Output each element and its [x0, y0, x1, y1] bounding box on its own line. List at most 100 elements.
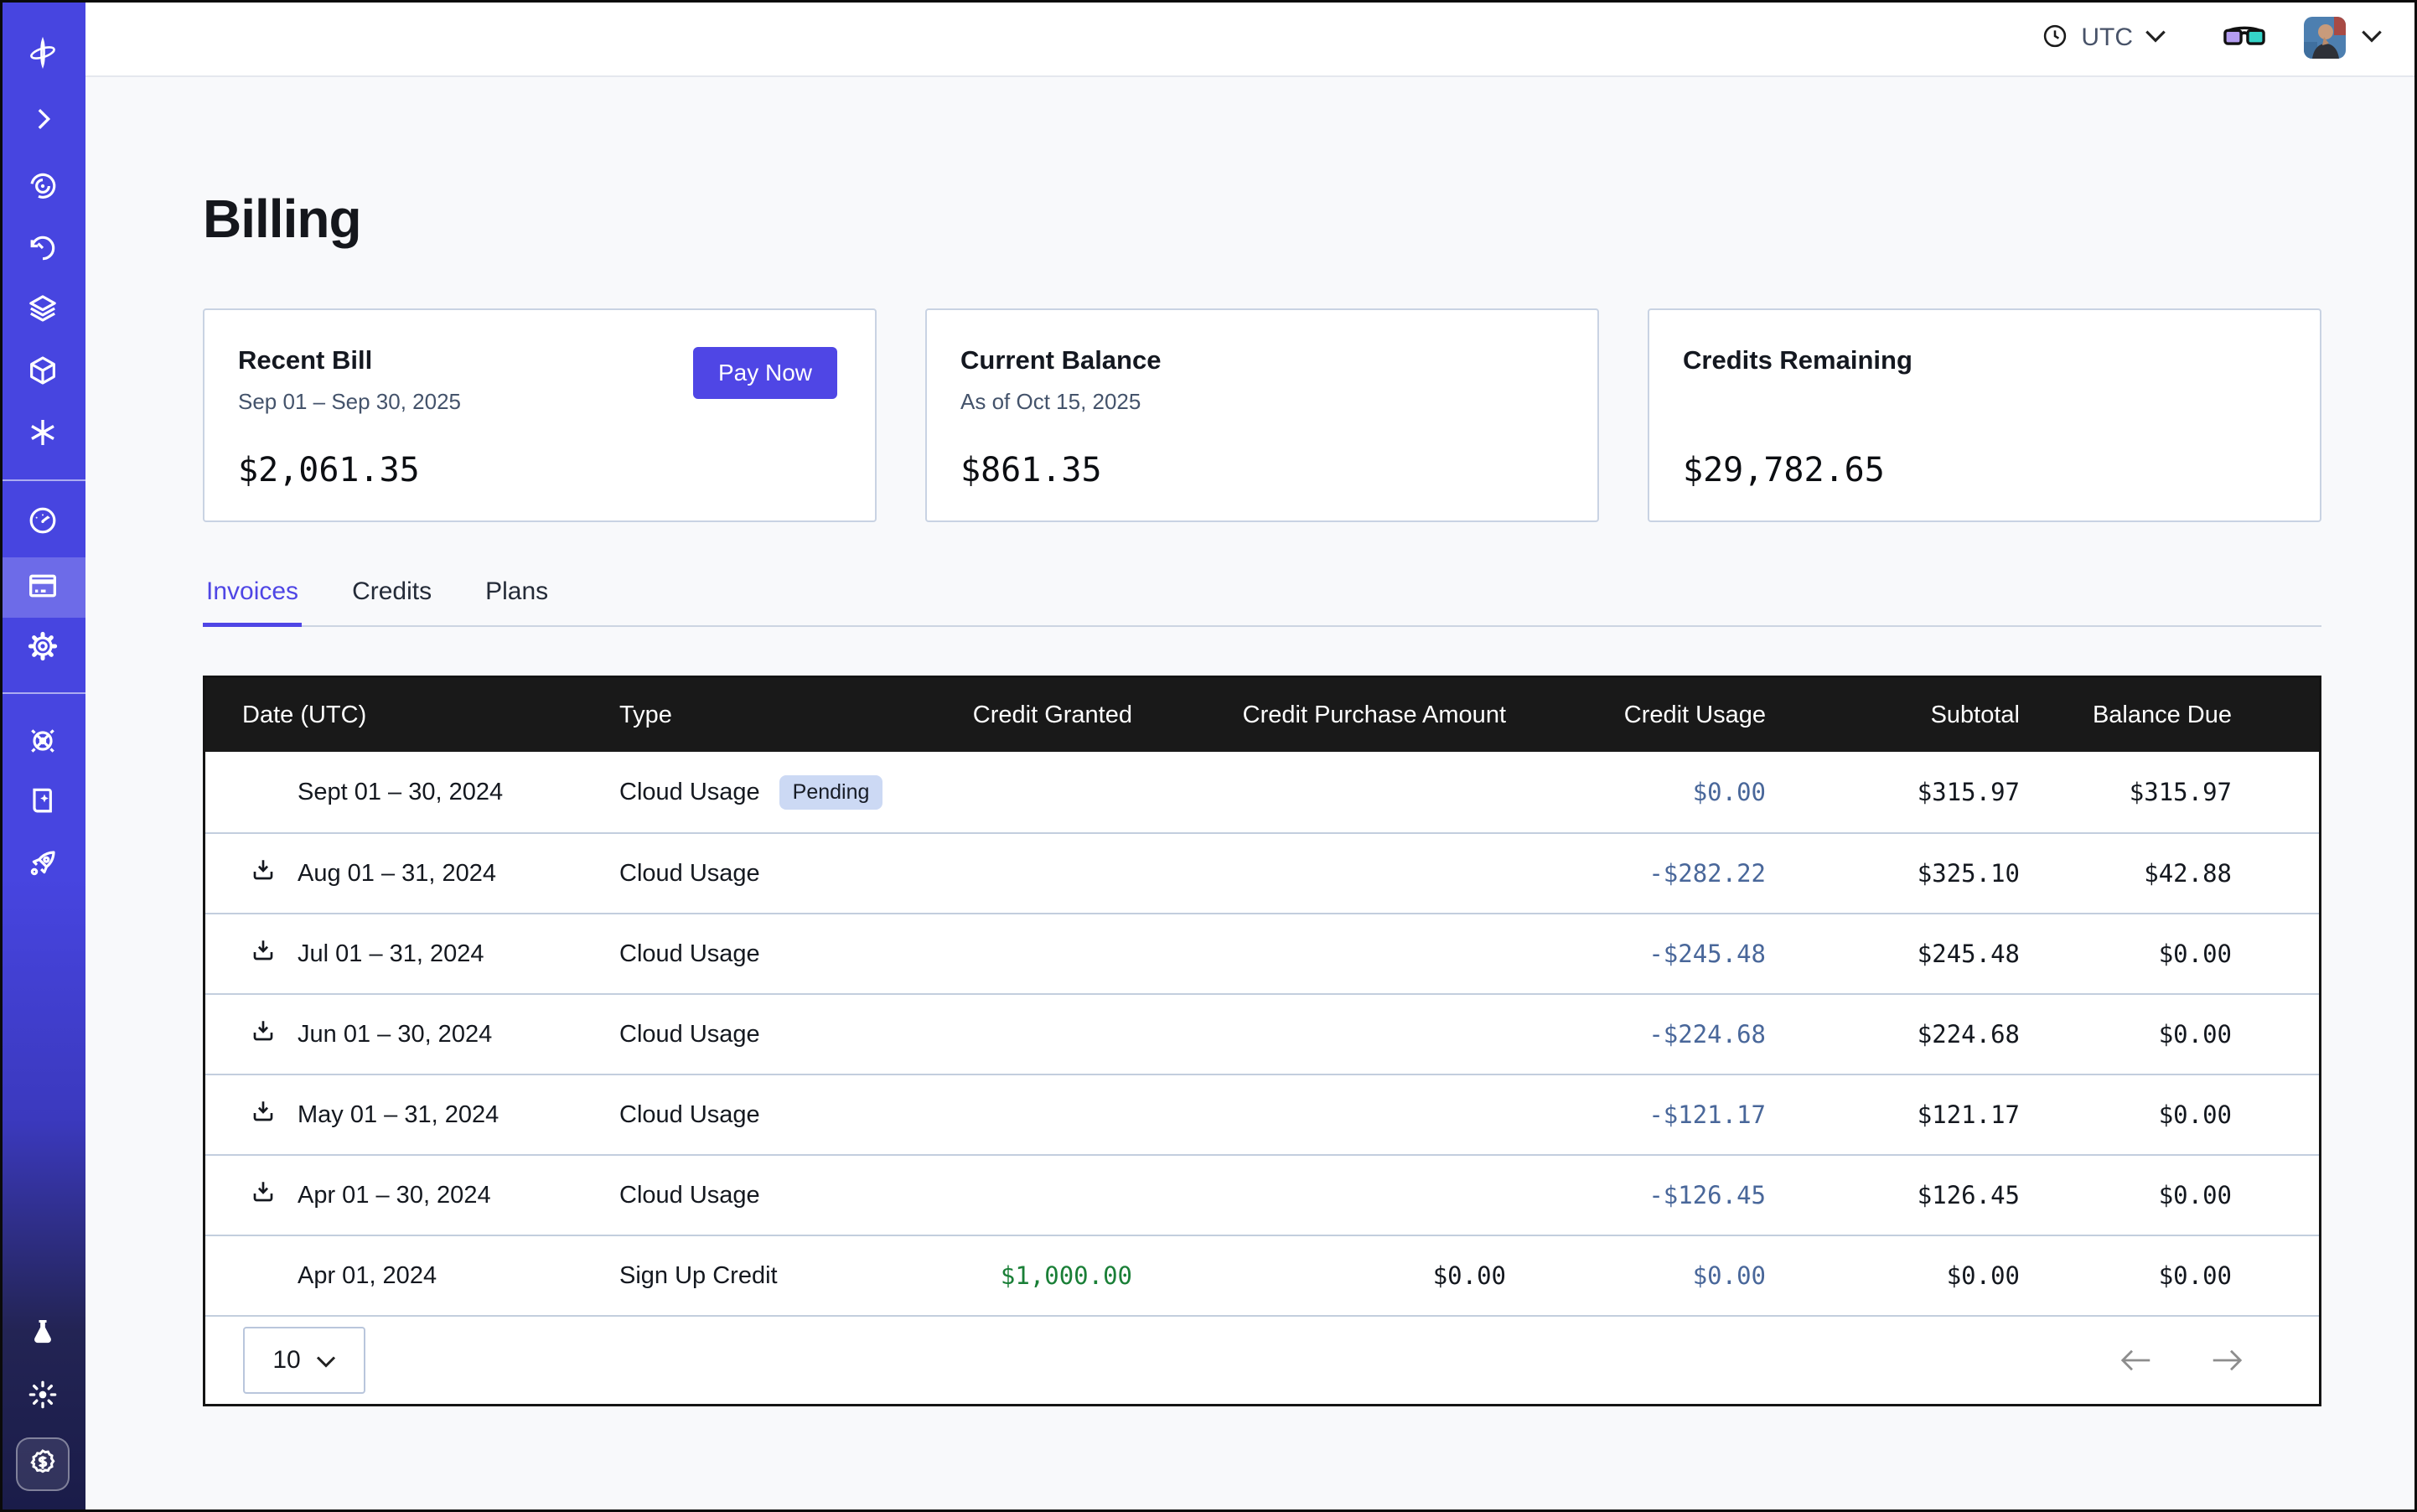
- recent-bill-card: Recent Bill Sep 01 – Sep 30, 2025 $2,061…: [203, 308, 877, 522]
- sidebar-item-rewards[interactable]: [16, 1437, 70, 1491]
- subtotal-cell: $126.45: [1766, 1156, 2020, 1235]
- page-title: Billing: [203, 188, 2321, 250]
- download-invoice-button[interactable]: [250, 1098, 277, 1131]
- column-header-balance-due: Balance Due: [2020, 702, 2319, 729]
- sidebar-item-logo[interactable]: [0, 24, 85, 85]
- invoice-type: Cloud Usage: [619, 1021, 760, 1049]
- status-badge: Pending: [779, 775, 883, 810]
- invoice-date-cell: Jul 01 – 31, 2024: [205, 914, 619, 993]
- invoice-row: Apr 01 – 30, 2024 Cloud Usage -$126.45 $…: [205, 1154, 2319, 1235]
- sidebar-item-docs[interactable]: [0, 773, 85, 833]
- credit-granted-cell: $1,000.00: [896, 1236, 1132, 1315]
- download-invoice-button[interactable]: [250, 937, 277, 971]
- tab-credits[interactable]: Credits: [349, 577, 435, 625]
- tab-plans[interactable]: Plans: [482, 577, 551, 625]
- invoice-type: Cloud Usage: [619, 860, 760, 888]
- card-amount: $861.35: [960, 451, 1560, 489]
- invoice-type: Cloud Usage: [619, 1101, 760, 1129]
- account-menu-button[interactable]: [2361, 29, 2383, 47]
- timezone-selector[interactable]: UTC: [2041, 22, 2166, 54]
- invoice-row: May 01 – 31, 2024 Cloud Usage -$121.17 $…: [205, 1074, 2319, 1154]
- balance-due-cell: $0.00: [2020, 995, 2319, 1074]
- sidebar-item-observe[interactable]: [0, 158, 85, 218]
- sidebar-divider: [0, 692, 85, 694]
- glasses-icon: [2222, 22, 2267, 54]
- sidebar-item-labs[interactable]: [0, 1304, 85, 1364]
- cube-icon: [26, 354, 60, 391]
- credit-purchase-cell: [1132, 834, 1506, 913]
- subtotal-cell: $224.68: [1766, 995, 2020, 1074]
- dollar-badge-icon: [26, 1446, 60, 1484]
- sidebar-item-cube[interactable]: [0, 342, 85, 402]
- download-invoice-button[interactable]: [250, 1178, 277, 1212]
- glasses-button[interactable]: [2222, 22, 2267, 54]
- gear-icon: [26, 629, 60, 667]
- orbit-logo-icon: [26, 36, 60, 74]
- invoice-row: Jul 01 – 31, 2024 Cloud Usage -$245.48 $…: [205, 913, 2319, 993]
- credit-purchase-cell: [1132, 752, 1506, 832]
- pagination-arrows: [2118, 1348, 2245, 1373]
- invoice-type: Cloud Usage: [619, 940, 760, 968]
- invoice-type-cell: Cloud Usage: [619, 914, 896, 993]
- current-balance-card: Current Balance As of Oct 15, 2025 $861.…: [925, 308, 1599, 522]
- page-size-select[interactable]: 10: [243, 1327, 365, 1394]
- invoice-type-cell: Cloud Usage: [619, 834, 896, 913]
- balance-due-cell: $0.00: [2020, 1236, 2319, 1315]
- sidebar-item-history[interactable]: [0, 220, 85, 280]
- balance-due-cell: $42.88: [2020, 834, 2319, 913]
- invoice-date: Apr 01 – 30, 2024: [298, 1182, 491, 1209]
- sidebar: [0, 0, 85, 1512]
- credit-card-icon: [26, 569, 60, 607]
- invoice-type-cell: Cloud Usage: [619, 1156, 896, 1235]
- gauge-icon: [26, 504, 60, 541]
- rocket-icon: [26, 847, 60, 884]
- invoice-date-cell: Apr 01, 2024: [205, 1236, 619, 1315]
- topbar: UTC: [85, 0, 2417, 77]
- clock-icon: [2041, 22, 2069, 54]
- balance-due-cell: $0.00: [2020, 1075, 2319, 1154]
- download-invoice-button[interactable]: [250, 1017, 277, 1051]
- main-content: Billing Recent Bill Sep 01 – Sep 30, 202…: [85, 77, 2417, 1512]
- invoice-row: Jun 01 – 30, 2024 Cloud Usage -$224.68 $…: [205, 993, 2319, 1074]
- sidebar-item-launch[interactable]: [0, 835, 85, 895]
- sidebar-item-theme[interactable]: [0, 1366, 85, 1427]
- timezone-label: UTC: [2081, 23, 2133, 52]
- subtotal-cell: $121.17: [1766, 1075, 2020, 1154]
- tab-invoices[interactable]: Invoices: [203, 577, 302, 627]
- sidebar-item-layers[interactable]: [0, 280, 85, 340]
- avatar[interactable]: [2304, 17, 2346, 59]
- sidebar-item-dashboard[interactable]: [0, 492, 85, 552]
- invoice-date: Sept 01 – 30, 2024: [298, 779, 503, 806]
- sidebar-item-billing[interactable]: [0, 557, 85, 618]
- pay-now-button[interactable]: Pay Now: [693, 347, 837, 399]
- invoice-date-cell: Sept 01 – 30, 2024: [205, 752, 619, 832]
- download-icon: [250, 1178, 277, 1212]
- balance-due-cell: $0.00: [2020, 914, 2319, 993]
- download-icon: [250, 1017, 277, 1051]
- next-page-button[interactable]: [2208, 1348, 2245, 1373]
- download-invoice-button[interactable]: [250, 857, 277, 890]
- sidebar-item-support[interactable]: [0, 712, 85, 773]
- sidebar-item-settings[interactable]: [0, 618, 85, 678]
- column-header-credit-usage: Credit Usage: [1506, 702, 1766, 729]
- credits-remaining-card: Credits Remaining $29,782.65: [1648, 308, 2321, 522]
- sidebar-item-expand[interactable]: [0, 91, 85, 151]
- column-header-date: Date (UTC): [205, 702, 619, 729]
- invoice-type: Cloud Usage: [619, 779, 760, 806]
- observe-spiral-icon: [26, 169, 60, 207]
- credit-usage-cell: $0.00: [1506, 1236, 1766, 1315]
- credit-usage-cell: -$282.22: [1506, 834, 1766, 913]
- invoice-date: Jul 01 – 31, 2024: [298, 940, 484, 968]
- card-amount: $29,782.65: [1683, 451, 2282, 489]
- column-header-type: Type: [619, 702, 896, 729]
- table-footer: 10: [205, 1315, 2319, 1404]
- credit-granted-cell: [896, 914, 1132, 993]
- credit-granted-cell: [896, 834, 1132, 913]
- prev-page-button[interactable]: [2118, 1348, 2155, 1373]
- invoice-row: Aug 01 – 31, 2024 Cloud Usage -$282.22 $…: [205, 832, 2319, 913]
- card-amount: $2,061.35: [238, 451, 837, 489]
- invoices-table: Date (UTC) Type Credit Granted Credit Pu…: [203, 676, 2321, 1406]
- credit-usage-cell: -$245.48: [1506, 914, 1766, 993]
- table-header: Date (UTC) Type Credit Granted Credit Pu…: [205, 678, 2319, 752]
- sidebar-item-asterisk[interactable]: [0, 404, 85, 464]
